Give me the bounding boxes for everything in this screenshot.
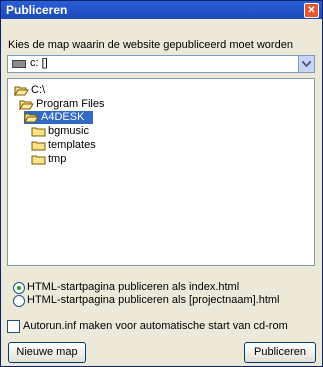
open-folder-icon — [24, 113, 39, 123]
window-title: Publiceren — [6, 3, 68, 17]
folder-tree[interactable]: C:\ Program Files A4DESK bgmusic templat… — [7, 78, 315, 266]
radio-label: HTML-startpagina publiceren als [project… — [27, 294, 280, 306]
open-folder-icon — [14, 86, 29, 96]
tree-node-label: templates — [48, 139, 96, 151]
radio-indicator[interactable] — [13, 295, 25, 307]
startpage-options: HTML-startpagina publiceren als index.ht… — [7, 277, 313, 309]
folder-prompt-label: Kies de map waarin de website gepublicee… — [8, 39, 293, 51]
checkbox-indicator[interactable] — [7, 320, 20, 333]
tree-node-label: A4DESK — [41, 111, 85, 123]
drive-dropdown-button[interactable] — [298, 56, 314, 72]
publish-button[interactable]: Publiceren — [244, 342, 316, 363]
close-icon: ✕ — [307, 5, 316, 16]
checkbox-label: Autorun.inf maken voor automatische star… — [23, 320, 288, 332]
folder-icon — [31, 127, 46, 137]
new-folder-button[interactable]: Nieuwe map — [8, 342, 86, 363]
drive-icon — [12, 60, 26, 68]
folder-icon — [31, 155, 46, 165]
drive-select[interactable]: c: [] — [7, 55, 315, 73]
tree-node-a4desk[interactable]: A4DESK — [24, 111, 93, 124]
tree-node-label: Program Files — [36, 98, 105, 110]
radio-label: HTML-startpagina publiceren als index.ht… — [27, 281, 240, 293]
open-folder-icon — [19, 100, 34, 110]
tree-node-label: C:\ — [31, 84, 46, 96]
folder-icon — [31, 141, 46, 151]
publish-dialog: Publiceren ✕ Kies de map waarin de websi… — [0, 0, 323, 367]
chevron-down-icon — [302, 61, 311, 67]
tree-node-label: tmp — [48, 153, 67, 165]
drive-select-value: c: [] — [30, 57, 48, 69]
close-button[interactable]: ✕ — [304, 3, 319, 18]
tree-node-label: bgmusic — [48, 125, 89, 137]
radio-indicator[interactable] — [13, 282, 25, 294]
title-bar: Publiceren ✕ — [1, 1, 322, 19]
